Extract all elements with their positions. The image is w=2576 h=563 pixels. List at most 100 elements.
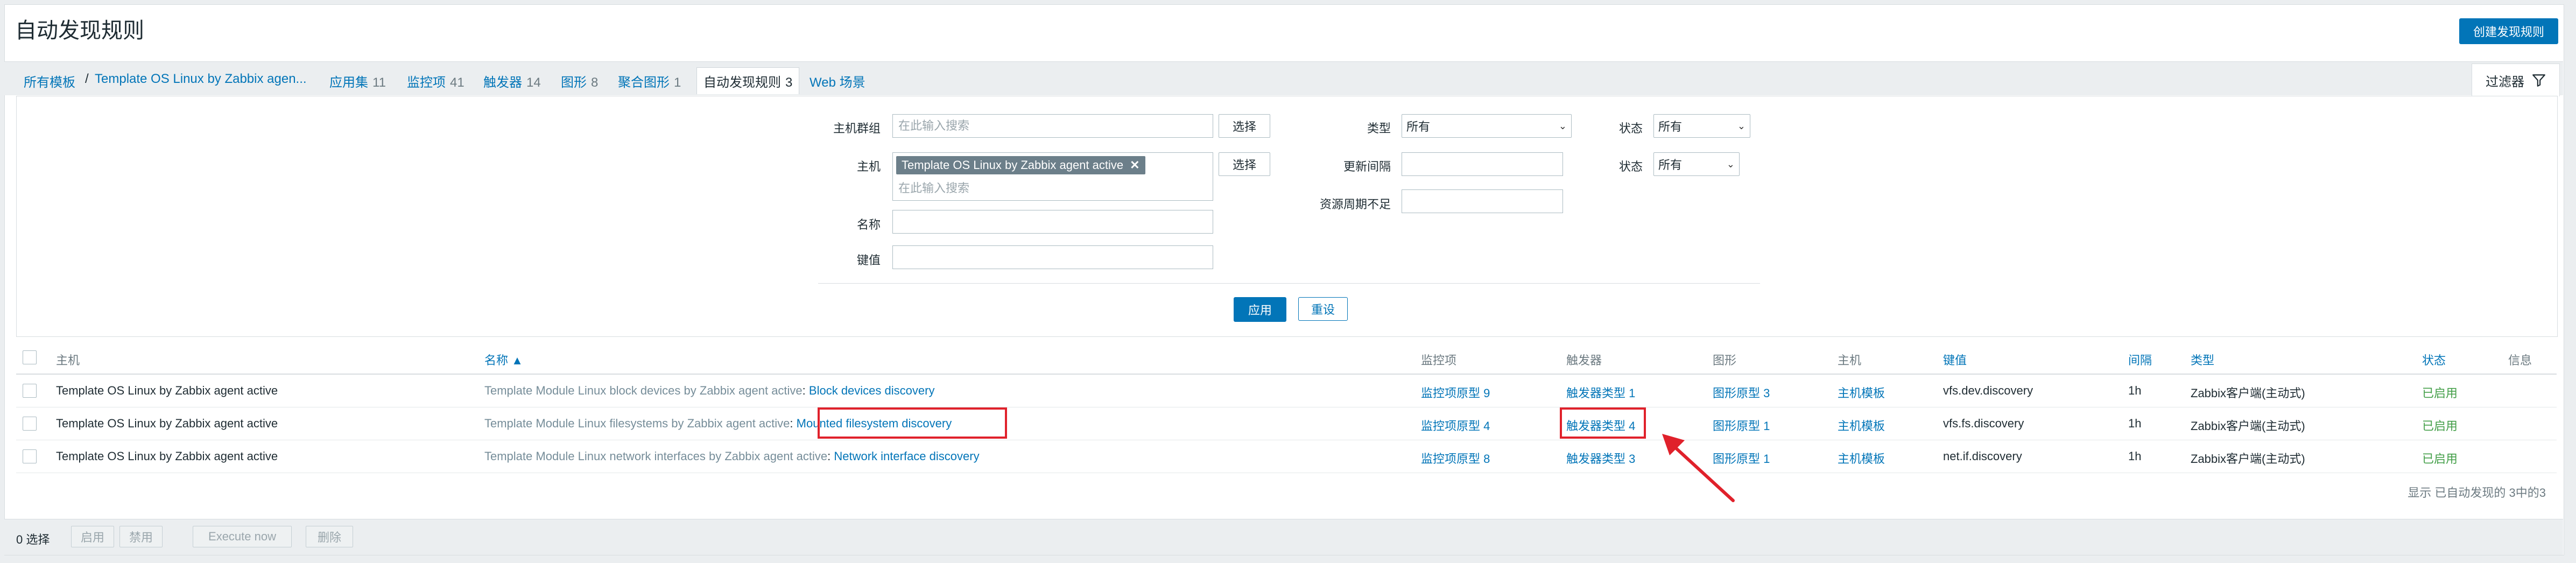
row-name-separator: : (827, 449, 834, 463)
table-row: Template OS Linux by Zabbix agent active… (16, 440, 2557, 473)
chevron-down-icon: ⌄ (1737, 120, 1746, 131)
col-status-sort[interactable]: 状态 (2422, 351, 2446, 368)
host-select-button[interactable]: 选择 (1219, 152, 1270, 176)
key-label: 键值 (856, 254, 881, 267)
host-group-select-button[interactable]: 选择 (1219, 114, 1270, 138)
row-item-prototypes-link[interactable]: 监控项原型 4 (1421, 417, 1490, 434)
template-nav-bar: 所有模板 / Template OS Linux by Zabbix agen.… (4, 61, 2563, 95)
chevron-down-icon: ⌄ (1726, 158, 1735, 170)
enable-button[interactable]: 启用 (71, 526, 114, 547)
delete-button[interactable]: 删除 (306, 526, 353, 547)
highlight-box-trigger (1560, 407, 1646, 439)
row-key: vfs.fs.discovery (1943, 417, 2024, 430)
nav-template-name[interactable]: Template OS Linux by Zabbix agen... (95, 72, 307, 87)
state-select[interactable]: 所有 ⌄ (1653, 152, 1740, 176)
filter-tab-label: 过滤器 (2486, 74, 2524, 89)
row-host: Template OS Linux by Zabbix agent active (56, 417, 278, 430)
row-name-template-link[interactable]: Template Module Linux network interfaces… (484, 449, 827, 463)
page-title: 自动发现规则 (15, 19, 144, 43)
row-host-prototypes-link[interactable]: 主机模板 (1838, 384, 1885, 401)
host-tag-label: Template OS Linux by Zabbix agent active (902, 158, 1124, 172)
row-name: Template Module Linux block devices by Z… (484, 384, 934, 398)
type-label: 类型 (1367, 122, 1391, 135)
row-name-template-link[interactable]: Template Module Linux filesystems by Zab… (484, 417, 790, 430)
table-row: Template OS Linux by Zabbix agent active… (16, 407, 2557, 440)
key-input[interactable] (892, 245, 1213, 269)
breadcrumb-separator: / (85, 72, 89, 86)
col-name-sort[interactable]: 名称 ▲ (484, 351, 523, 368)
status-label: 状态 (1618, 122, 1643, 135)
update-interval-input[interactable] (1402, 152, 1563, 176)
row-checkbox[interactable] (23, 417, 37, 431)
nav-items-label: 监控项 (407, 75, 446, 90)
row-status-link[interactable]: 已启用 (2422, 449, 2458, 467)
host-multiselect[interactable]: Template OS Linux by Zabbix agent active… (892, 152, 1213, 201)
nav-discovery-label: 自动发现规则 (703, 75, 781, 90)
nav-applications-label: 应用集 (329, 75, 368, 90)
filter-tab[interactable]: 过滤器 (2472, 64, 2560, 96)
reset-button[interactable]: 重设 (1298, 297, 1348, 321)
nav-triggers[interactable]: 触发器 14 (483, 72, 541, 90)
row-status-link[interactable]: 已启用 (2422, 384, 2458, 401)
row-name-separator: : (790, 417, 797, 430)
state-label: 状态 (1618, 160, 1643, 173)
row-name: Template Module Linux network interfaces… (484, 449, 980, 463)
row-rule-link[interactable]: Network interface discovery (834, 449, 979, 463)
filter-panel (16, 96, 2558, 337)
col-type-sort[interactable]: 类型 (2191, 351, 2214, 368)
remove-tag-icon[interactable]: ✕ (1130, 158, 1139, 172)
status-select[interactable]: 所有 ⌄ (1653, 114, 1750, 138)
nav-items-count: 41 (450, 75, 464, 90)
lifetime-input[interactable] (1402, 189, 1563, 213)
col-interval-sort[interactable]: 间隔 (2128, 351, 2152, 368)
nav-items[interactable]: 监控项 41 (407, 72, 464, 90)
nav-web-scenarios[interactable]: Web 场景 (810, 72, 865, 90)
row-trigger-prototypes-link[interactable]: 触发器类型 1 (1566, 384, 1635, 401)
row-item-prototypes-link[interactable]: 监控项原型 9 (1421, 384, 1490, 401)
col-graphs: 图形 (1713, 354, 1737, 367)
row-host-prototypes-link[interactable]: 主机模板 (1838, 449, 1885, 467)
row-type: Zabbix客户端(主动式) (2191, 452, 2305, 466)
discovery-rules-table: 主机 名称 ▲ 监控项 触发器 图形 主机 键值 间隔 类型 状态 信息 Tem… (16, 342, 2557, 509)
col-hosts: 主机 (1838, 354, 1862, 367)
create-discovery-rule-button[interactable]: 创建发现规则 (2459, 18, 2558, 44)
apply-button[interactable]: 应用 (1234, 297, 1286, 322)
row-checkbox[interactable] (23, 449, 37, 463)
execute-now-button[interactable]: Execute now (193, 526, 292, 547)
nav-screens[interactable]: 聚合图形 1 (618, 72, 681, 90)
row-name-template-link[interactable]: Template Module Linux block devices by Z… (484, 384, 803, 397)
nav-graphs[interactable]: 图形 8 (561, 72, 598, 90)
selected-count: 0 选择 (16, 533, 50, 546)
host-group-input[interactable]: 在此输入搜索 (892, 114, 1213, 138)
row-trigger-prototypes-link[interactable]: 触发器类型 3 (1566, 449, 1635, 467)
col-items: 监控项 (1421, 354, 1457, 367)
update-interval-label: 更新间隔 (1343, 160, 1391, 173)
table-footer-count: 显示 已自动发现的 3中的3 (2408, 486, 2546, 499)
name-input[interactable] (892, 210, 1213, 234)
row-status-link[interactable]: 已启用 (2422, 417, 2458, 434)
type-select-value: 所有 (1406, 120, 1431, 133)
disable-button[interactable]: 禁用 (119, 526, 163, 547)
table-row: Template OS Linux by Zabbix agent active… (16, 375, 2557, 407)
row-item-prototypes-link[interactable]: 监控项原型 8 (1421, 449, 1490, 467)
nav-discovery-count: 3 (785, 75, 793, 90)
select-all-checkbox[interactable] (23, 350, 37, 364)
nav-screens-count: 1 (674, 75, 681, 90)
nav-all-templates[interactable]: 所有模板 (24, 72, 75, 90)
nav-applications-count: 11 (372, 75, 386, 90)
row-graph-prototypes-link[interactable]: 图形原型 3 (1713, 384, 1770, 401)
row-host: Template OS Linux by Zabbix agent active (56, 384, 278, 397)
row-checkbox[interactable] (23, 384, 37, 398)
col-key-sort[interactable]: 键值 (1943, 351, 1967, 368)
nav-discovery-rules[interactable]: 自动发现规则 3 (696, 67, 800, 94)
row-key: vfs.dev.discovery (1943, 384, 2033, 397)
col-triggers: 触发器 (1566, 354, 1602, 367)
nav-triggers-count: 14 (526, 75, 541, 90)
row-rule-link[interactable]: Block devices discovery (809, 384, 935, 397)
mass-action-bar: 0 选择 启用 禁用 Execute now 删除 (4, 519, 2563, 555)
nav-applications[interactable]: 应用集 11 (329, 72, 386, 90)
row-host-prototypes-link[interactable]: 主机模板 (1838, 417, 1885, 434)
type-select[interactable]: 所有 ⌄ (1402, 114, 1572, 138)
row-type: Zabbix客户端(主动式) (2191, 386, 2305, 400)
host-tag: Template OS Linux by Zabbix agent active… (896, 156, 1145, 174)
